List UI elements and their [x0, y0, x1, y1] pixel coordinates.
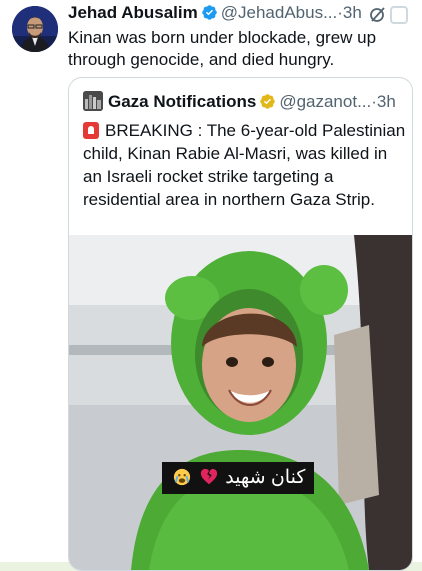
- quote-text-block: BREAKING : The 6-year-old Palestinian ch…: [83, 119, 408, 211]
- author-name[interactable]: Jehad Abusalim: [68, 3, 198, 22]
- crying-face-icon: [173, 468, 190, 486]
- child-photo: [69, 235, 412, 570]
- tweet-header: Jehad Abusalim @JehadAbus...·3h: [68, 3, 410, 25]
- tweet-time[interactable]: 3h: [343, 3, 362, 22]
- image-caption: كنان شهيد: [162, 462, 314, 494]
- verified-badge-icon: [260, 94, 276, 109]
- quote-photo[interactable]: كنان شهيد: [69, 235, 412, 570]
- verified-badge-icon: [201, 5, 217, 20]
- author-avatar[interactable]: [12, 6, 58, 52]
- more-icon[interactable]: [390, 6, 408, 24]
- quote-header: Gaza Notifications @gazanot...·3h: [83, 91, 412, 113]
- quote-time[interactable]: 3h: [377, 92, 396, 111]
- quote-author-name[interactable]: Gaza Notifications: [108, 92, 256, 111]
- author-handle[interactable]: @JehadAbus...: [221, 3, 338, 22]
- quote-text: BREAKING : The 6-year-old Palestinian ch…: [83, 121, 406, 209]
- broken-heart-icon: [200, 468, 218, 485]
- quote-author-handle[interactable]: @gazanot...: [279, 92, 371, 111]
- quote-author-avatar[interactable]: [83, 91, 103, 111]
- grok-icon[interactable]: [369, 5, 387, 23]
- caption-text: كنان شهيد: [225, 467, 306, 488]
- siren-icon: [83, 122, 99, 139]
- quoted-tweet[interactable]: Gaza Notifications @gazanot...·3h BREAKIN…: [68, 77, 413, 571]
- tweet-text: Kinan was born under blockade, grew up t…: [68, 28, 377, 69]
- tweet-card[interactable]: Jehad Abusalim @JehadAbus...·3h Kinan was…: [0, 0, 422, 571]
